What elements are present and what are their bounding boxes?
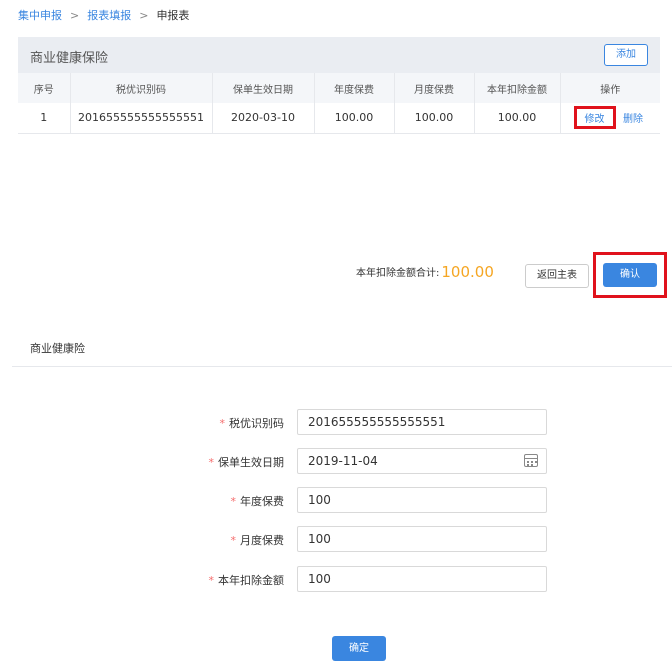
form-section-title: 商业健康险 bbox=[30, 342, 85, 355]
table-header-row: 序号 税优识别码 保单生效日期 年度保费 月度保费 本年扣除金额 操作 bbox=[18, 73, 660, 103]
required-mark: * bbox=[208, 456, 215, 469]
form-row-code: * 税优识别码 bbox=[0, 409, 672, 435]
breadcrumb-separator: > bbox=[139, 9, 149, 22]
annual-premium-input[interactable] bbox=[297, 487, 547, 513]
col-header-code: 税优识别码 bbox=[70, 73, 213, 103]
field-label-deduction: * 本年扣除金额 bbox=[209, 572, 285, 588]
required-mark: * bbox=[230, 534, 237, 547]
deduction-total-amount: 100.00 bbox=[441, 263, 494, 281]
col-header-deduction: 本年扣除金额 bbox=[474, 73, 561, 103]
field-label-text: 月度保费 bbox=[240, 534, 284, 547]
field-label-text: 保单生效日期 bbox=[218, 456, 284, 469]
insurance-table: 序号 税优识别码 保单生效日期 年度保费 月度保费 本年扣除金额 操作 1 20… bbox=[18, 73, 660, 134]
required-mark: * bbox=[230, 495, 237, 508]
col-header-annual-premium: 年度保费 bbox=[314, 73, 395, 103]
breadcrumb-link-report-filling[interactable]: 报表填报 bbox=[87, 9, 131, 22]
breadcrumb-current: 申报表 bbox=[156, 9, 190, 22]
table-row: 1 201655555555555551 2020-03-10 100.00 1… bbox=[18, 103, 660, 134]
panel-title: 商业健康保险 bbox=[30, 51, 109, 66]
breadcrumb: 集中申报 > 报表填报 > 申报表 bbox=[18, 7, 189, 23]
delete-link[interactable]: 删除 bbox=[619, 112, 647, 127]
edit-link[interactable]: 修改 bbox=[581, 112, 609, 127]
add-button[interactable]: 添加 bbox=[604, 44, 648, 66]
panel-header: 商业健康保险 添加 bbox=[18, 37, 660, 73]
effective-date-input[interactable] bbox=[297, 448, 547, 474]
back-to-main-button[interactable]: 返回主表 bbox=[525, 264, 589, 288]
field-label-code: * 税优识别码 bbox=[220, 415, 285, 431]
submit-button[interactable]: 确定 bbox=[332, 636, 386, 661]
deduction-input[interactable] bbox=[297, 566, 547, 592]
edit-highlight-box: 修改 bbox=[573, 106, 616, 130]
field-label-text: 年度保费 bbox=[240, 495, 284, 508]
field-label-text: 本年扣除金额 bbox=[218, 574, 284, 587]
code-input[interactable] bbox=[297, 409, 547, 435]
form-row-monthly-premium: * 月度保费 bbox=[0, 526, 672, 552]
field-label-annual-premium: * 年度保费 bbox=[231, 493, 285, 509]
field-label-effective-date: * 保单生效日期 bbox=[209, 454, 285, 470]
confirm-button[interactable]: 确认 bbox=[603, 263, 657, 287]
cell-index: 1 bbox=[18, 103, 71, 134]
calendar-icon[interactable] bbox=[524, 454, 538, 467]
cell-actions: 修改 删除 bbox=[560, 103, 660, 134]
deduction-total-label: 本年扣除金额合计: bbox=[356, 268, 440, 279]
field-label-monthly-premium: * 月度保费 bbox=[231, 532, 285, 548]
cell-code: 201655555555555551 bbox=[70, 103, 213, 134]
col-header-effective-date: 保单生效日期 bbox=[212, 73, 315, 103]
required-mark: * bbox=[219, 417, 226, 430]
required-mark: * bbox=[208, 574, 215, 587]
cell-monthly-premium: 100.00 bbox=[394, 103, 475, 134]
col-header-index: 序号 bbox=[18, 73, 71, 103]
cell-deduction: 100.00 bbox=[474, 103, 561, 134]
breadcrumb-separator: > bbox=[70, 9, 80, 22]
col-header-actions: 操作 bbox=[560, 73, 660, 103]
insurance-table-panel: 商业健康保险 添加 序号 税优识别码 保单生效日期 年度保费 月度保费 本年扣除… bbox=[18, 37, 660, 134]
form-row-annual-premium: * 年度保费 bbox=[0, 487, 672, 513]
cell-annual-premium: 100.00 bbox=[314, 103, 395, 134]
monthly-premium-input[interactable] bbox=[297, 526, 547, 552]
divider bbox=[12, 366, 672, 367]
breadcrumb-link-batch-declare[interactable]: 集中申报 bbox=[18, 9, 62, 22]
form-row-deduction: * 本年扣除金额 bbox=[0, 566, 672, 592]
field-label-text: 税优识别码 bbox=[229, 417, 284, 430]
form-row-effective-date: * 保单生效日期 bbox=[0, 448, 672, 474]
col-header-monthly-premium: 月度保费 bbox=[394, 73, 475, 103]
deduction-total: 本年扣除金额合计: 100.00 bbox=[356, 262, 494, 281]
cell-effective-date: 2020-03-10 bbox=[212, 103, 315, 134]
